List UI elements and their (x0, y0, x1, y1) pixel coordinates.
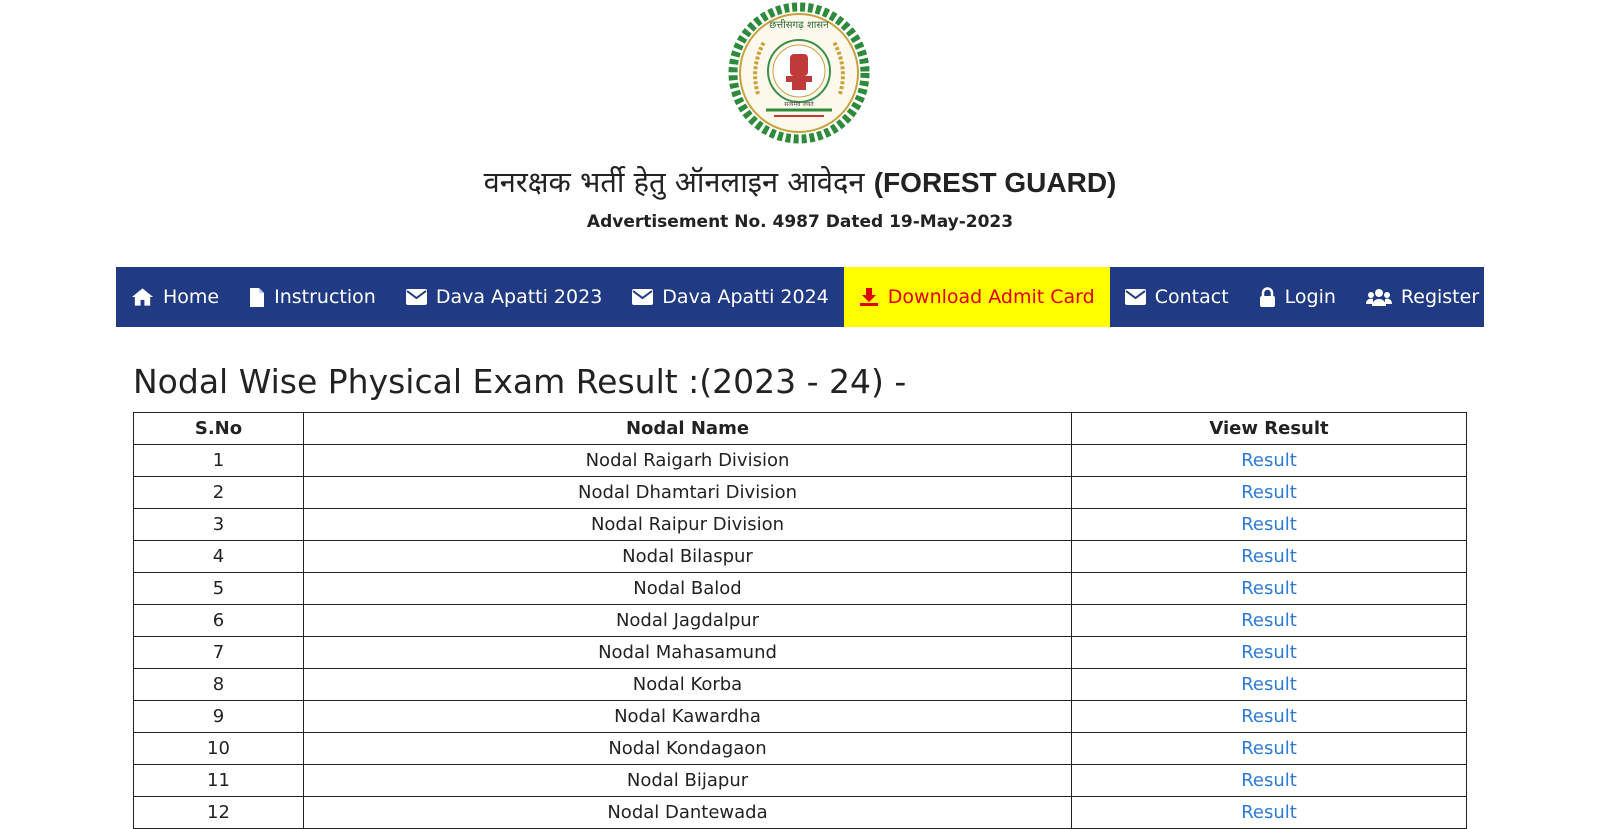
cell-sno: 10 (133, 732, 304, 765)
cell-view-result: Result (1071, 764, 1467, 797)
cell-view-result: Result (1071, 796, 1467, 829)
home-icon (131, 288, 154, 306)
table-row: 11 Nodal Bijapur Result (133, 764, 1467, 797)
nav-register-label: Register (1400, 286, 1480, 308)
page-title: Nodal Wise Physical Exam Result :(2023 -… (133, 362, 907, 401)
header-sno: S.No (133, 412, 304, 445)
download-icon (859, 288, 878, 306)
cell-view-result: Result (1071, 540, 1467, 573)
cell-sno: 4 (133, 540, 304, 573)
table-row: 2 Nodal Dhamtari Division Result (133, 476, 1467, 509)
result-link[interactable]: Result (1241, 546, 1297, 567)
result-link[interactable]: Result (1241, 514, 1297, 535)
nav-home-label: Home (163, 286, 220, 308)
table-row: 3 Nodal Raipur Division Result (133, 508, 1467, 541)
result-link[interactable]: Result (1241, 450, 1297, 471)
table-row: 6 Nodal Jagdalpur Result (133, 604, 1467, 637)
cell-nodal-name: Nodal Bijapur (303, 764, 1072, 797)
nav-instruction[interactable]: Instruction (234, 267, 391, 327)
cell-view-result: Result (1071, 508, 1467, 541)
lock-icon (1259, 286, 1275, 307)
advertisement-info: Advertisement No. 4987 Dated 19-May-2023 (586, 212, 1014, 232)
cell-sno: 2 (133, 476, 304, 509)
cell-view-result: Result (1071, 444, 1467, 477)
main-navbar: Home Instruction Dava Apatti 2023 Dava A… (116, 267, 1484, 327)
result-link[interactable]: Result (1241, 738, 1297, 759)
cell-nodal-name: Nodal Raigarh Division (303, 444, 1072, 477)
cell-nodal-name: Nodal Jagdalpur (303, 604, 1072, 637)
envelope-icon (1124, 289, 1146, 305)
cell-sno: 6 (133, 604, 304, 637)
cell-nodal-name: Nodal Mahasamund (303, 636, 1072, 669)
cell-view-result: Result (1071, 636, 1467, 669)
result-link[interactable]: Result (1241, 578, 1297, 599)
cell-sno: 7 (133, 636, 304, 669)
results-table: S.No Nodal Name View Result 1 Nodal Raig… (133, 412, 1467, 829)
cell-nodal-name: Nodal Bilaspur (303, 540, 1072, 573)
table-row: 1 Nodal Raigarh Division Result (133, 444, 1467, 477)
cell-nodal-name: Nodal Dhamtari Division (303, 476, 1072, 509)
cell-nodal-name: Nodal Balod (303, 572, 1072, 605)
file-icon (250, 287, 265, 307)
nav-home[interactable]: Home (116, 267, 234, 327)
nav-instruction-label: Instruction (274, 286, 376, 308)
cell-sno: 12 (133, 796, 304, 829)
result-link[interactable]: Result (1241, 802, 1297, 823)
cell-nodal-name: Nodal Kawardha (303, 700, 1072, 733)
result-link[interactable]: Result (1241, 770, 1297, 791)
chhattisgarh-emblem-icon: छत्तीसगढ़ शासन सत्यमेव जयते (728, 2, 870, 144)
nav-login[interactable]: Login (1244, 267, 1351, 327)
nav-download-admit-card[interactable]: Download Admit Card (843, 267, 1110, 327)
cell-view-result: Result (1071, 572, 1467, 605)
header-view-result: View Result (1071, 412, 1467, 445)
cell-view-result: Result (1071, 476, 1467, 509)
nav-dava-apatti-2024-label: Dava Apatti 2024 (662, 286, 829, 308)
table-row: 7 Nodal Mahasamund Result (133, 636, 1467, 669)
result-link[interactable]: Result (1241, 674, 1297, 695)
envelope-icon (405, 289, 427, 305)
site-title: वनरक्षक भर्ती हेतु ऑनलाइन आवेदन (FOREST … (0, 162, 1600, 201)
nav-download-admit-card-label: Download Admit Card (887, 286, 1095, 308)
emblem-motto: सत्यमेव जयते (784, 100, 814, 108)
cell-nodal-name: Nodal Dantewada (303, 796, 1072, 829)
header-nodal-name: Nodal Name (303, 412, 1072, 445)
cell-sno: 3 (133, 508, 304, 541)
result-link[interactable]: Result (1241, 610, 1297, 631)
site-title-hindi: वनरक्षक भर्ती हेतु ऑनलाइन आवेदन (483, 165, 865, 199)
table-header-row: S.No Nodal Name View Result (133, 412, 1467, 445)
cell-view-result: Result (1071, 700, 1467, 733)
table-row: 5 Nodal Balod Result (133, 572, 1467, 605)
cell-nodal-name: Nodal Kondagaon (303, 732, 1072, 765)
nav-register[interactable]: Register (1351, 267, 1494, 327)
nav-dava-apatti-2024[interactable]: Dava Apatti 2024 (617, 267, 843, 327)
nav-contact[interactable]: Contact (1110, 267, 1244, 327)
table-row: 12 Nodal Dantewada Result (133, 796, 1467, 829)
table-row: 10 Nodal Kondagaon Result (133, 732, 1467, 765)
nav-contact-label: Contact (1154, 286, 1229, 308)
result-link[interactable]: Result (1241, 642, 1297, 663)
cell-view-result: Result (1071, 732, 1467, 765)
cell-sno: 5 (133, 572, 304, 605)
envelope-icon (632, 289, 654, 305)
users-icon (1365, 289, 1392, 306)
nav-dava-apatti-2023-label: Dava Apatti 2023 (435, 286, 603, 308)
cell-nodal-name: Nodal Korba (303, 668, 1072, 701)
cell-sno: 1 (133, 444, 304, 477)
nav-dava-apatti-2023[interactable]: Dava Apatti 2023 (391, 267, 617, 327)
table-row: 4 Nodal Bilaspur Result (133, 540, 1467, 573)
result-link[interactable]: Result (1241, 706, 1297, 727)
cell-sno: 9 (133, 700, 304, 733)
site-title-english: (FOREST GUARD) (873, 167, 1117, 198)
cell-sno: 11 (133, 764, 304, 797)
cell-view-result: Result (1071, 604, 1467, 637)
result-link[interactable]: Result (1241, 482, 1297, 503)
table-row: 9 Nodal Kawardha Result (133, 700, 1467, 733)
table-row: 8 Nodal Korba Result (133, 668, 1467, 701)
nav-login-label: Login (1284, 286, 1336, 308)
cell-nodal-name: Nodal Raipur Division (303, 508, 1072, 541)
cell-view-result: Result (1071, 668, 1467, 701)
cell-sno: 8 (133, 668, 304, 701)
emblem-outer-text: छत्तीसगढ़ शासन (769, 19, 829, 31)
